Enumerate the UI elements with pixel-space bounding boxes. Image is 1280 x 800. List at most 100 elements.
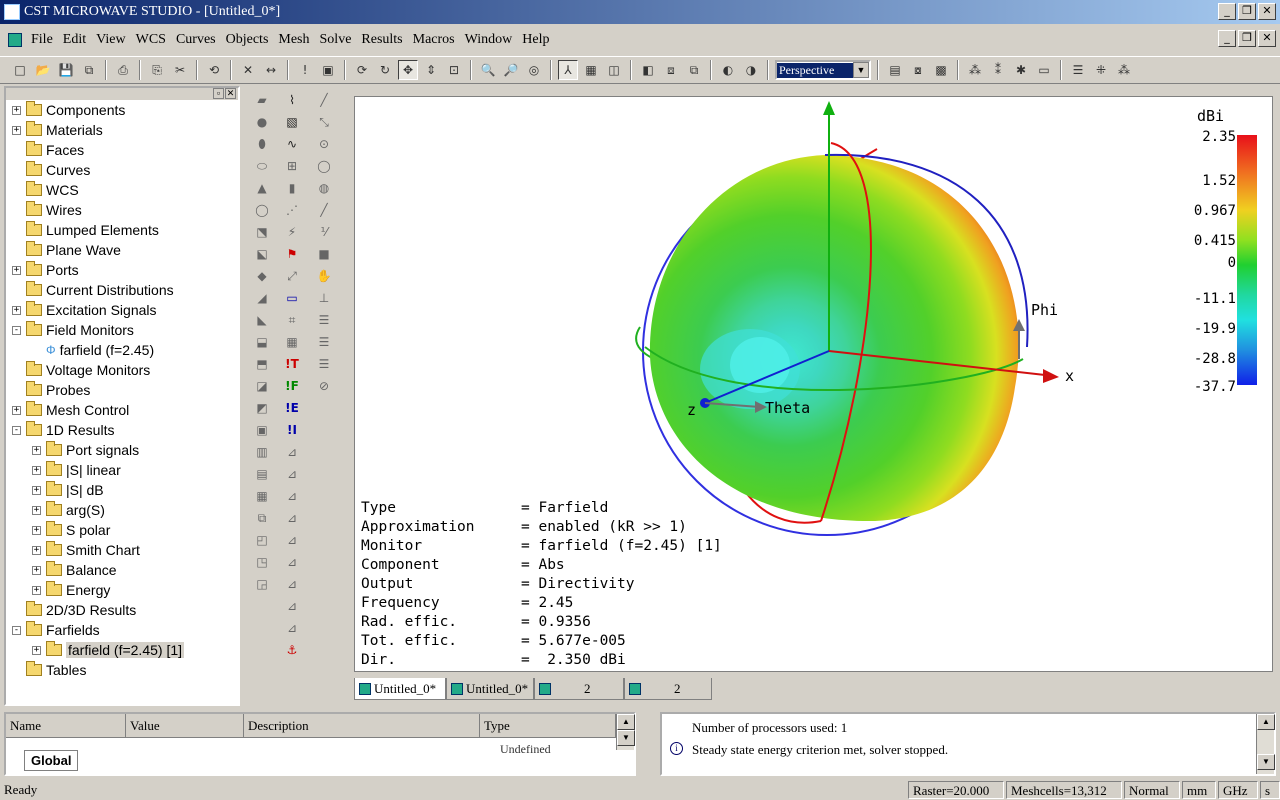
integral-solver-icon[interactable]: !I <box>282 420 302 440</box>
tree-item[interactable]: Current Distributions <box>6 280 238 300</box>
expand-toggle-icon[interactable]: + <box>12 405 21 415</box>
doc-restore-button[interactable]: ❐ <box>1238 30 1256 47</box>
expand-toggle-icon[interactable]: + <box>32 545 41 555</box>
eigenmode-solver-icon[interactable]: !E <box>282 398 302 418</box>
tree-item[interactable]: Voltage Monitors <box>6 360 238 380</box>
lumped-icon[interactable]: ⋰ <box>282 200 302 220</box>
tree-item[interactable]: + Mesh Control <box>6 400 238 420</box>
restore-button[interactable]: ❐ <box>1238 3 1256 20</box>
menu-edit[interactable]: Edit <box>58 32 91 48</box>
tree-item[interactable]: + Materials <box>6 120 238 140</box>
menu-solve[interactable]: Solve <box>315 32 357 48</box>
split-icon[interactable]: ⧉ <box>252 508 272 528</box>
section-icon[interactable]: ◑ <box>741 60 761 80</box>
arrange-icon[interactable]: ⧉ <box>684 60 704 80</box>
current-icon[interactable]: ⚡ <box>282 222 302 242</box>
grid-icon[interactable]: ▦ <box>581 60 601 80</box>
dolly-icon[interactable]: ⇕ <box>421 60 441 80</box>
view-mode-select[interactable]: Perspective ▼ <box>775 60 871 80</box>
result-icon-2[interactable]: ⊿ <box>282 464 302 484</box>
expand-toggle-icon[interactable]: + <box>12 105 21 115</box>
result-icon-8[interactable]: ⊿ <box>282 596 302 616</box>
loft-icon[interactable]: ◆ <box>252 266 272 286</box>
result-icon-7[interactable]: ⊿ <box>282 574 302 594</box>
expand-toggle-icon[interactable]: + <box>12 125 21 135</box>
intersect-icon[interactable]: ◪ <box>252 376 272 396</box>
tree-item[interactable]: + Port signals <box>6 440 238 460</box>
frequency-solver-icon[interactable]: !F <box>282 376 302 396</box>
box-icon[interactable]: ▤ <box>885 60 905 80</box>
anchor-point-icon[interactable]: ⊥ <box>314 288 334 308</box>
param-scroll-up[interactable]: ▲ <box>617 714 635 730</box>
expand-toggle-icon[interactable]: + <box>32 525 41 535</box>
pick-face-icon[interactable]: ▩ <box>931 60 951 80</box>
copy-icon[interactable]: ⎘ <box>147 60 167 80</box>
point-icon[interactable]: ⁂ <box>965 60 985 80</box>
view-icon[interactable]: ◎ <box>524 60 544 80</box>
start-solver-icon[interactable]: ! <box>295 60 315 80</box>
minimize-button[interactable]: _ <box>1218 3 1236 20</box>
menu-file[interactable]: File <box>26 32 58 48</box>
history-icon[interactable]: ⟲ <box>204 60 224 80</box>
result-navigator-icon[interactable]: ▣ <box>318 60 338 80</box>
result-icon-5[interactable]: ⊿ <box>282 530 302 550</box>
msg-scroll-down[interactable]: ▼ <box>1257 754 1275 770</box>
transform-icon[interactable]: ↔ <box>261 60 281 80</box>
param-scroll-down[interactable]: ▼ <box>617 730 635 746</box>
shape-icon[interactable]: ◧ <box>638 60 658 80</box>
list-items2-icon[interactable]: ☰ <box>314 332 334 352</box>
line-icon[interactable]: ╱ <box>314 90 334 110</box>
zoom-icon[interactable]: 🔍 <box>478 60 498 80</box>
hand-icon[interactable]: ✋ <box>314 266 334 286</box>
menu-view[interactable]: View <box>91 32 130 48</box>
center-icon[interactable]: ✱ <box>1011 60 1031 80</box>
menu-results[interactable]: Results <box>356 32 407 48</box>
expand-toggle-icon[interactable]: + <box>12 305 21 315</box>
pick-mid-icon[interactable]: ⅟ <box>314 222 334 242</box>
tab-global[interactable]: Global <box>24 750 79 771</box>
list-items3-icon[interactable]: ☰ <box>314 354 334 374</box>
align-icon[interactable]: ⧈ <box>661 60 681 80</box>
tree-item[interactable]: + Smith Chart <box>6 540 238 560</box>
doc-tab[interactable]: Untitled_0* <box>446 678 534 700</box>
extrude-icon[interactable]: ⬔ <box>252 222 272 242</box>
field-source-icon[interactable]: ⤢ <box>282 266 302 286</box>
face-icon[interactable]: ▭ <box>1034 60 1054 80</box>
tree-item[interactable]: + Balance <box>6 560 238 580</box>
boolean-icon[interactable]: ⬒ <box>252 354 272 374</box>
result-icon-6[interactable]: ⊿ <box>282 552 302 572</box>
probe-icon[interactable]: ⚑ <box>282 244 302 264</box>
pick-list-icon[interactable]: ⁜ <box>1091 60 1111 80</box>
tree-item[interactable]: Curves <box>6 160 238 180</box>
tree-item[interactable]: Lumped Elements <box>6 220 238 240</box>
result-icon-9[interactable]: ⊿ <box>282 618 302 638</box>
list-items-icon[interactable]: ☰ <box>314 310 334 330</box>
torus-icon[interactable]: ◯ <box>252 200 272 220</box>
expand-toggle-icon[interactable]: + <box>32 505 41 515</box>
port-icon[interactable]: ⌇ <box>282 90 302 110</box>
tree-item[interactable]: + Excitation Signals <box>6 300 238 320</box>
expand-toggle-icon[interactable]: - <box>12 425 21 435</box>
scale-shape-icon[interactable]: ◲ <box>252 574 272 594</box>
column-header-description[interactable]: Description <box>244 714 480 738</box>
blend-icon[interactable]: ◢ <box>252 288 272 308</box>
tree-item[interactable]: + Ports <box>6 260 238 280</box>
cone-icon[interactable]: ▲ <box>252 178 272 198</box>
monitor-icon[interactable]: ▭ <box>282 288 302 308</box>
expand-toggle-icon[interactable]: - <box>12 625 21 635</box>
menu-wcs[interactable]: WCS <box>131 32 171 48</box>
pan-icon[interactable]: ✥ <box>398 60 418 80</box>
pick-face-tool-icon[interactable]: ◍ <box>314 178 334 198</box>
pick-area-icon[interactable]: ■ <box>314 244 334 264</box>
doc-tab[interactable]: 2 <box>624 678 712 700</box>
menu-window[interactable]: Window <box>460 32 518 48</box>
tree-item[interactable]: Φfarfield (f=2.45) <box>6 340 238 360</box>
subtract-icon[interactable]: ◩ <box>252 398 272 418</box>
menu-macros[interactable]: Macros <box>408 32 460 48</box>
pick-icon[interactable]: ⧇ <box>908 60 928 80</box>
chamfer-icon[interactable]: ◣ <box>252 310 272 330</box>
bbox-icon[interactable]: ◫ <box>604 60 624 80</box>
expand-toggle-icon[interactable]: + <box>32 645 41 655</box>
signal-icon[interactable]: ∿ <box>282 134 302 154</box>
tree-item[interactable]: + |S| dB <box>6 480 238 500</box>
